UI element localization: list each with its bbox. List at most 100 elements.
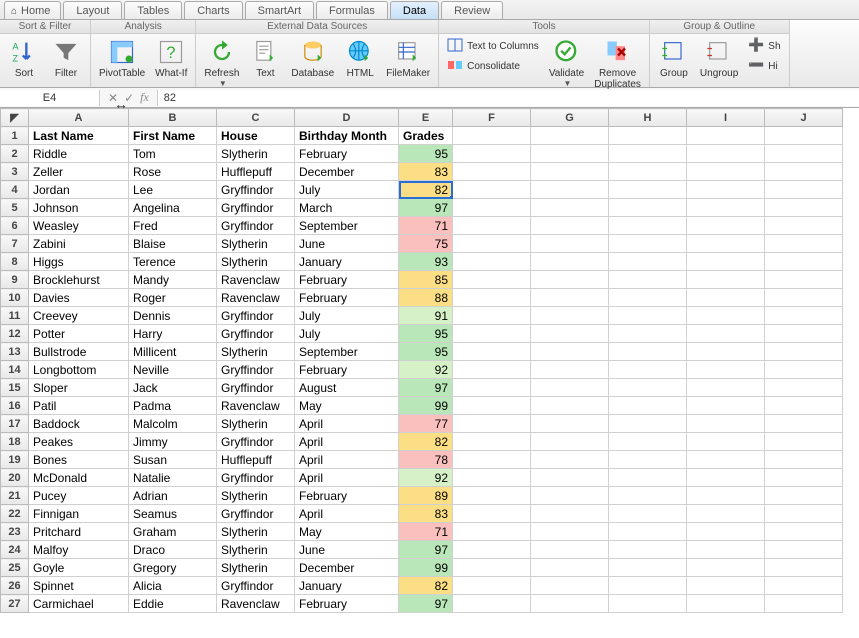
accept-formula-icon[interactable]: ✓: [124, 91, 134, 105]
data-cell[interactable]: Angelina: [129, 199, 217, 217]
empty-cell[interactable]: [687, 253, 765, 271]
row-header-24[interactable]: 24: [1, 541, 29, 559]
data-cell[interactable]: Slytherin: [217, 541, 295, 559]
empty-cell[interactable]: [687, 451, 765, 469]
col-header-D[interactable]: D: [295, 109, 399, 127]
empty-cell[interactable]: [531, 487, 609, 505]
empty-cell[interactable]: [453, 577, 531, 595]
empty-cell[interactable]: [609, 523, 687, 541]
data-cell[interactable]: Zabini: [29, 235, 129, 253]
data-cell[interactable]: Dennis: [129, 307, 217, 325]
grade-cell[interactable]: 77: [399, 415, 453, 433]
empty-cell[interactable]: [531, 145, 609, 163]
data-cell[interactable]: Malfoy: [29, 541, 129, 559]
empty-cell[interactable]: [609, 415, 687, 433]
data-cell[interactable]: Ravenclaw: [217, 271, 295, 289]
empty-cell[interactable]: [609, 505, 687, 523]
row-header-17[interactable]: 17: [1, 415, 29, 433]
data-cell[interactable]: February: [295, 361, 399, 379]
empty-cell[interactable]: [687, 523, 765, 541]
row-header-25[interactable]: 25: [1, 559, 29, 577]
grade-cell[interactable]: 75: [399, 235, 453, 253]
empty-cell[interactable]: [609, 325, 687, 343]
data-cell[interactable]: Millicent: [129, 343, 217, 361]
data-cell[interactable]: Rose: [129, 163, 217, 181]
data-cell[interactable]: March: [295, 199, 399, 217]
grade-cell[interactable]: 97: [399, 595, 453, 613]
data-cell[interactable]: Fred: [129, 217, 217, 235]
empty-cell[interactable]: [453, 199, 531, 217]
grade-cell[interactable]: 92: [399, 469, 453, 487]
empty-cell[interactable]: [687, 541, 765, 559]
data-cell[interactable]: December: [295, 559, 399, 577]
empty-cell[interactable]: [765, 379, 843, 397]
data-cell[interactable]: Gryffindor: [217, 433, 295, 451]
empty-cell[interactable]: [453, 487, 531, 505]
empty-cell[interactable]: [765, 523, 843, 541]
col-header-J[interactable]: J: [765, 109, 843, 127]
formula-input[interactable]: 82: [157, 90, 859, 106]
col-header-C[interactable]: C: [217, 109, 295, 127]
empty-cell[interactable]: [531, 325, 609, 343]
tab-review[interactable]: Review: [441, 1, 503, 19]
grade-cell[interactable]: 83: [399, 505, 453, 523]
data-cell[interactable]: Riddle: [29, 145, 129, 163]
data-cell[interactable]: Jordan: [29, 181, 129, 199]
header-cell[interactable]: House: [217, 127, 295, 145]
data-cell[interactable]: Gryffindor: [217, 469, 295, 487]
empty-cell[interactable]: [531, 289, 609, 307]
grade-cell[interactable]: 82: [399, 577, 453, 595]
empty-cell[interactable]: [687, 163, 765, 181]
empty-cell[interactable]: [609, 559, 687, 577]
empty-cell[interactable]: [453, 397, 531, 415]
empty-cell[interactable]: [687, 433, 765, 451]
name-box[interactable]: E4: [0, 90, 100, 106]
empty-cell[interactable]: [531, 451, 609, 469]
data-cell[interactable]: Weasley: [29, 217, 129, 235]
empty-cell[interactable]: [687, 505, 765, 523]
grade-cell[interactable]: 95: [399, 145, 453, 163]
tab-layout[interactable]: Layout: [63, 1, 122, 19]
header-cell[interactable]: Last Name: [29, 127, 129, 145]
data-cell[interactable]: Hufflepuff: [217, 163, 295, 181]
data-cell[interactable]: June: [295, 235, 399, 253]
data-cell[interactable]: Hufflepuff: [217, 451, 295, 469]
data-cell[interactable]: Roger: [129, 289, 217, 307]
data-cell[interactable]: June: [295, 541, 399, 559]
row-header-18[interactable]: 18: [1, 433, 29, 451]
empty-cell[interactable]: [531, 163, 609, 181]
empty-cell[interactable]: [531, 397, 609, 415]
empty-cell[interactable]: [765, 451, 843, 469]
header-cell[interactable]: [531, 127, 609, 145]
empty-cell[interactable]: [765, 343, 843, 361]
row-header-11[interactable]: 11: [1, 307, 29, 325]
empty-cell[interactable]: [765, 577, 843, 595]
data-cell[interactable]: February: [295, 595, 399, 613]
empty-cell[interactable]: [609, 541, 687, 559]
empty-cell[interactable]: [453, 415, 531, 433]
data-cell[interactable]: Blaise: [129, 235, 217, 253]
col-header-F[interactable]: F: [453, 109, 531, 127]
data-cell[interactable]: April: [295, 451, 399, 469]
consolidate-button[interactable]: Consolidate: [445, 56, 541, 74]
data-cell[interactable]: July: [295, 307, 399, 325]
empty-cell[interactable]: [687, 361, 765, 379]
data-cell[interactable]: July: [295, 181, 399, 199]
tab-smartart[interactable]: SmartArt: [245, 1, 314, 19]
html-button[interactable]: HTML: [342, 36, 378, 81]
empty-cell[interactable]: [531, 181, 609, 199]
empty-cell[interactable]: [609, 235, 687, 253]
empty-cell[interactable]: [453, 433, 531, 451]
empty-cell[interactable]: [531, 235, 609, 253]
data-cell[interactable]: Gryffindor: [217, 199, 295, 217]
row-header-19[interactable]: 19: [1, 451, 29, 469]
grade-cell[interactable]: 97: [399, 199, 453, 217]
empty-cell[interactable]: [765, 541, 843, 559]
empty-cell[interactable]: [609, 199, 687, 217]
row-header-15[interactable]: 15: [1, 379, 29, 397]
empty-cell[interactable]: [765, 559, 843, 577]
empty-cell[interactable]: [687, 289, 765, 307]
data-cell[interactable]: Lee: [129, 181, 217, 199]
tab-formulas[interactable]: Formulas: [316, 1, 388, 19]
data-cell[interactable]: Draco: [129, 541, 217, 559]
